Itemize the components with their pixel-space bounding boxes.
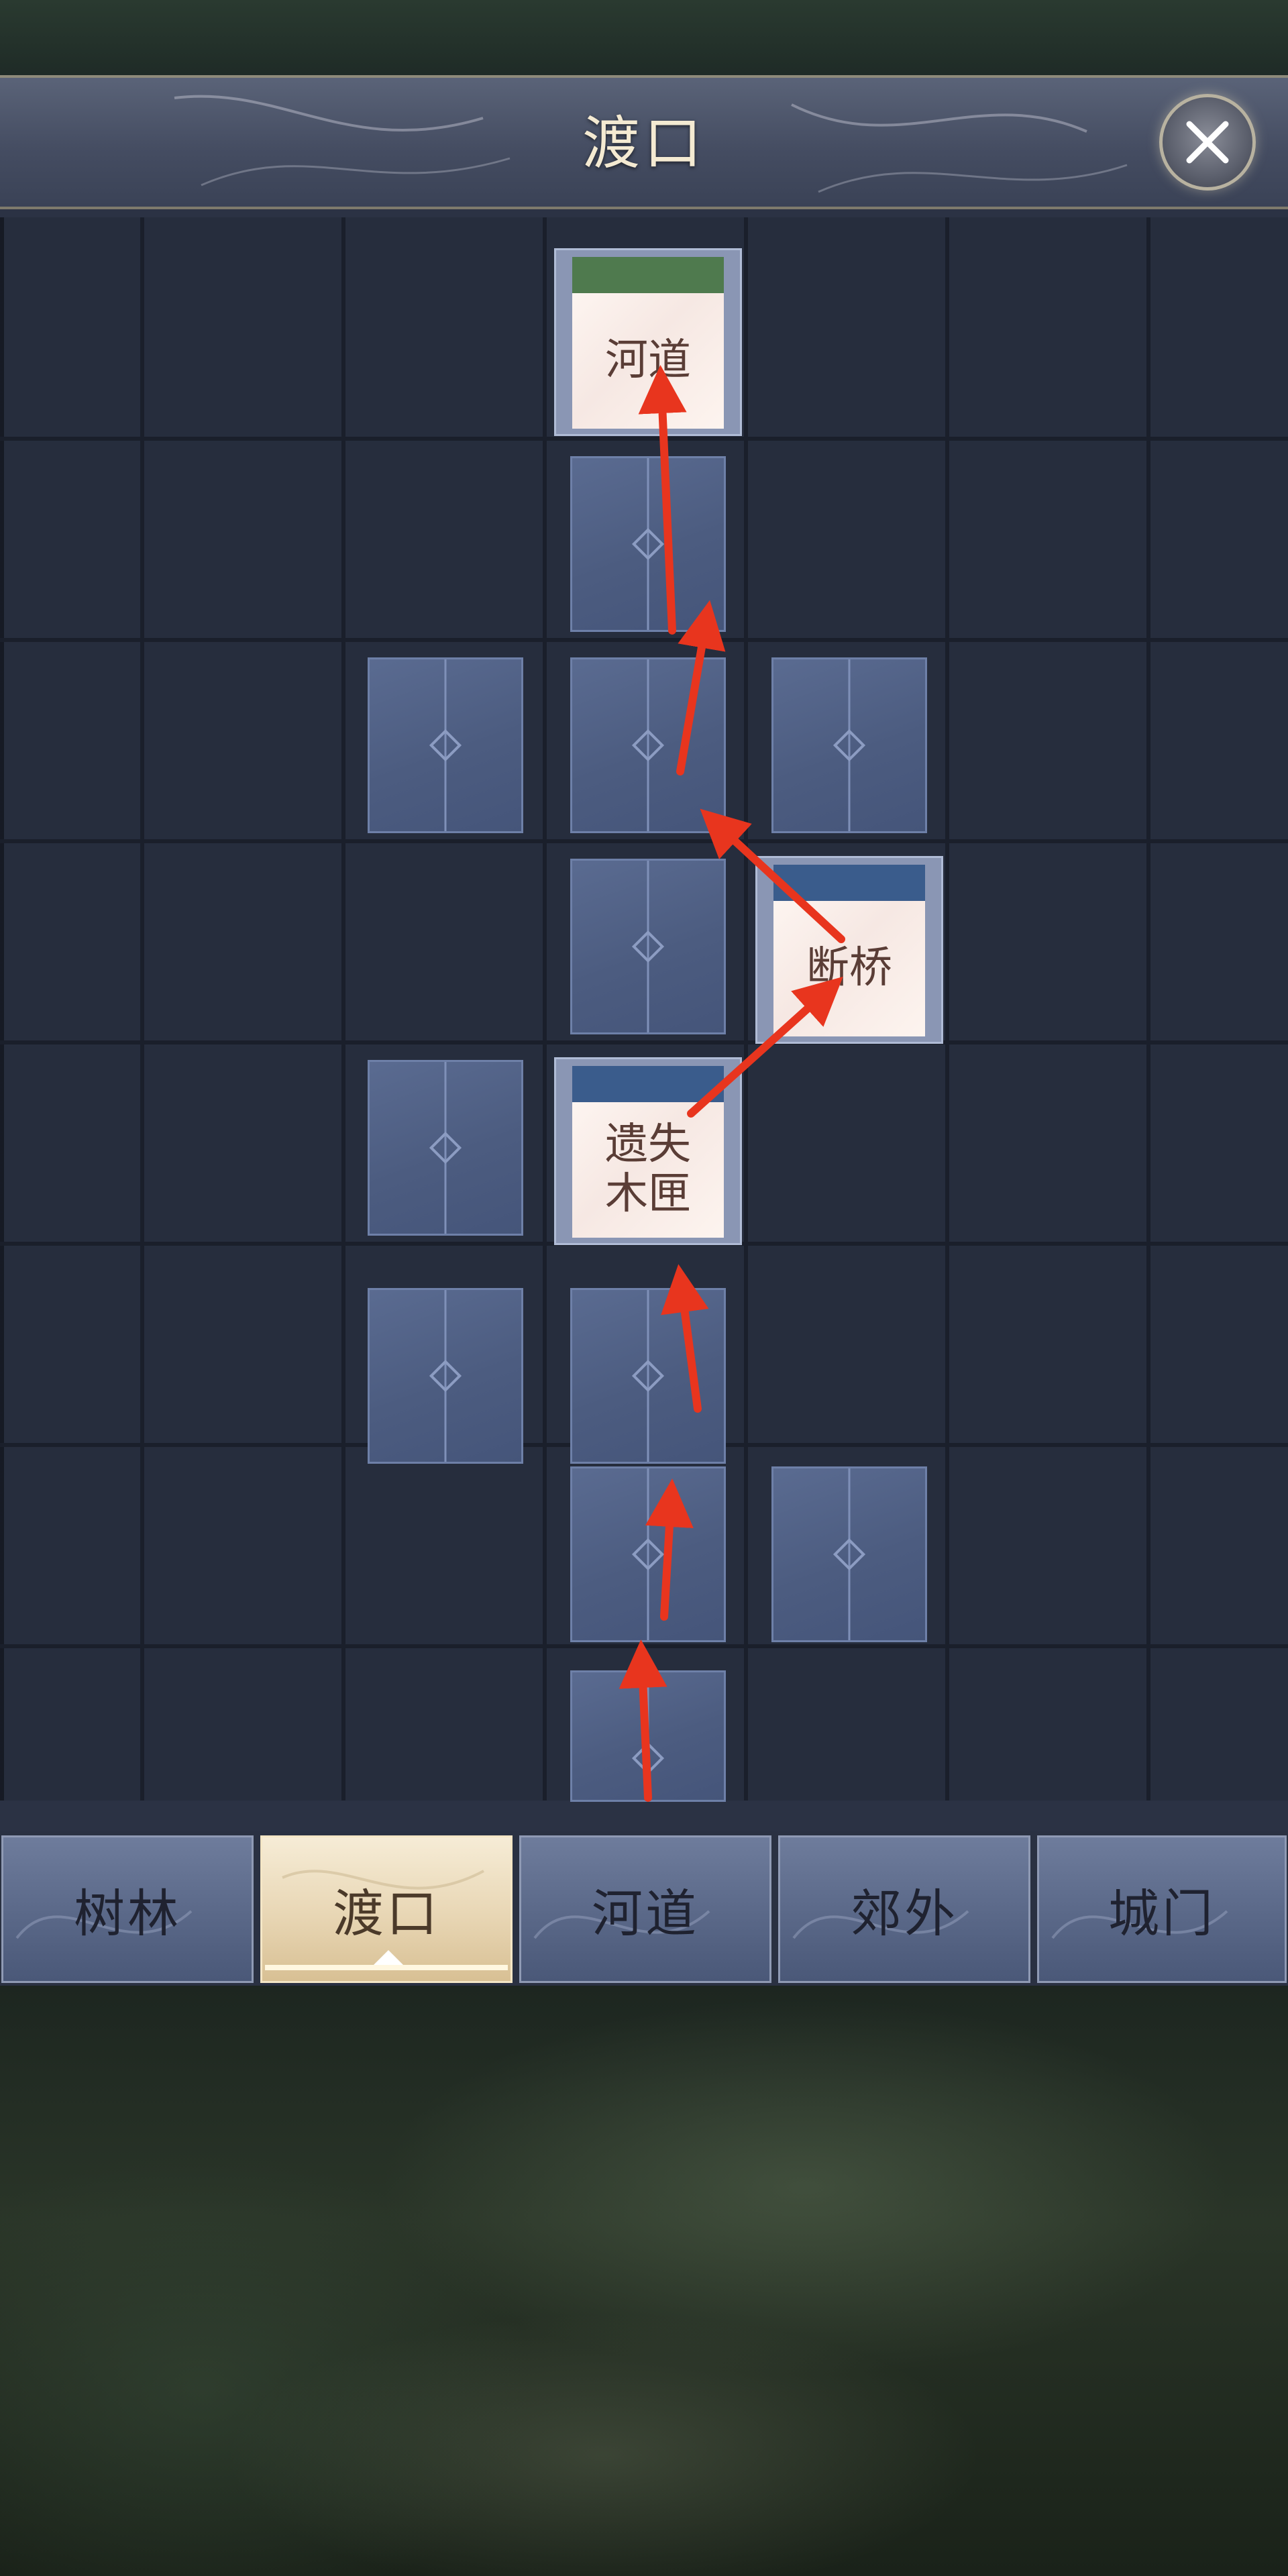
map-tile[interactable] (570, 1288, 726, 1464)
tile-diamond-icon (429, 1062, 462, 1234)
map-header: 渡口 (0, 75, 1288, 209)
map-tile[interactable] (368, 1288, 523, 1464)
map-tile[interactable] (570, 1466, 726, 1642)
card-label: 遗失 木匣 (605, 1120, 691, 1219)
tab-label: 郊外 (851, 1884, 958, 1943)
tab-forest[interactable]: 树林 (1, 1835, 254, 1983)
active-tab-indicator (374, 1950, 403, 1965)
card-label: 河道 (605, 335, 691, 386)
card-band (572, 1066, 724, 1102)
close-button[interactable] (1159, 94, 1256, 191)
card-band (572, 257, 724, 293)
tab-ferry[interactable]: 渡口 (260, 1835, 513, 1983)
tile-diamond-icon (631, 1290, 665, 1462)
tab-suburbs[interactable]: 郊外 (778, 1835, 1030, 1983)
card-face: 遗失 木匣 (572, 1066, 724, 1238)
tile-diamond-icon (631, 1468, 665, 1640)
tile-diamond-icon (631, 458, 665, 630)
tab-river[interactable]: 河道 (519, 1835, 771, 1983)
tile-diamond-icon (631, 1672, 665, 1800)
tab-label: 河道 (592, 1884, 699, 1943)
map-tile[interactable] (771, 657, 927, 833)
card-band (773, 865, 925, 901)
card-face: 河道 (572, 257, 724, 429)
tab-city-gate[interactable]: 城门 (1037, 1835, 1287, 1983)
forest-background-bottom (0, 1986, 1288, 2576)
tile-diamond-icon (631, 659, 665, 831)
forest-background-top (0, 0, 1288, 80)
map-tile[interactable] (570, 657, 726, 833)
tab-label: 树林 (74, 1884, 181, 1943)
card-label: 断桥 (806, 943, 892, 994)
tab-label: 渡口 (333, 1884, 440, 1943)
map-tile[interactable] (771, 1466, 927, 1642)
map-tile[interactable] (570, 1670, 726, 1802)
map-tile[interactable] (368, 1060, 523, 1236)
card-face: 断桥 (773, 865, 925, 1036)
tile-diamond-icon (833, 659, 866, 831)
tile-diamond-icon (833, 1468, 866, 1640)
location-card-broken-bridge[interactable]: 断桥 (755, 856, 943, 1044)
tile-diamond-icon (631, 861, 665, 1032)
tile-diamond-icon (429, 1290, 462, 1462)
page-title: 渡口 (582, 110, 706, 177)
map-tile[interactable] (570, 859, 726, 1034)
tab-label: 城门 (1108, 1884, 1216, 1943)
tile-diamond-icon (429, 659, 462, 831)
map-tile[interactable] (570, 456, 726, 632)
close-icon (1186, 121, 1229, 164)
location-card-lost-box[interactable]: 遗失 木匣 (554, 1057, 742, 1245)
map-tile[interactable] (368, 657, 523, 833)
active-tab-glow (265, 1965, 508, 1970)
location-card-river[interactable]: 河道 (554, 248, 742, 436)
